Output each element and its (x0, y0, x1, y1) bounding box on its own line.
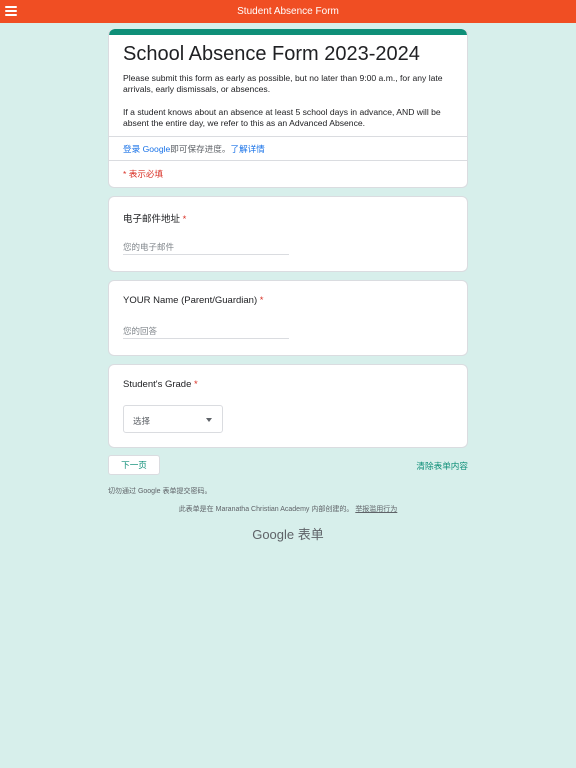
form-title: School Absence Form 2023-2024 (123, 43, 420, 65)
report-abuse-link[interactable]: 举报滥用行为 (355, 506, 397, 513)
required-asterisk: * (194, 379, 198, 390)
clear-form-button[interactable]: 清除表单内容 (408, 460, 468, 472)
next-page-button[interactable]: 下一页 (108, 455, 160, 475)
learn-more-link[interactable]: 了解详情 (230, 144, 264, 154)
question-label-text: YOUR Name (Parent/Guardian) (123, 295, 258, 306)
created-in-text: 此表单是在 Maranatha Christian Academy 内部创建的。 (178, 506, 354, 513)
password-warning: 切勿通过 Google 表单提交密码。 (108, 488, 212, 495)
grade-select[interactable]: 选择 (123, 405, 223, 433)
footer-created-line: 此表单是在 Maranatha Christian Academy 内部创建的。… (108, 504, 468, 514)
form-description-2: If a student knows about an absence at l… (123, 107, 441, 128)
question-label-text: Student's Grade (123, 379, 192, 390)
google-forms-logo[interactable]: Google 表单 (108, 524, 468, 543)
app-bar-title: Student Absence Form (237, 6, 339, 17)
question-label: YOUR Name (Parent/Guardian) * (123, 295, 263, 306)
question-label: 电子邮件地址 * (123, 211, 186, 225)
header-divider (109, 136, 467, 137)
parent-name-input[interactable] (123, 323, 289, 339)
question-label-text: 电子邮件地址 (123, 214, 181, 225)
email-input[interactable] (123, 239, 289, 255)
header-divider (109, 160, 467, 161)
form-header-card: School Absence Form 2023-2024 Please sub… (108, 29, 468, 188)
form-description-1: Please submit this form as early as poss… (123, 73, 443, 94)
required-note: * 表示必填 (123, 169, 164, 179)
signin-text: 即可保存进度。 (170, 144, 231, 154)
dropdown-caret-icon (206, 418, 212, 422)
top-app-bar: Student Absence Form (0, 0, 576, 23)
required-asterisk: * (259, 295, 264, 306)
question-email-card: 电子邮件地址 * (108, 196, 468, 272)
header-accent-bar (109, 29, 467, 35)
question-parent-name-card: YOUR Name (Parent/Guardian) * (108, 280, 468, 356)
question-grade-card: Student's Grade * 选择 (108, 364, 468, 448)
hamburger-menu-icon[interactable] (5, 5, 17, 17)
grade-select-value: 选择 (133, 416, 151, 426)
question-label: Student's Grade * (123, 379, 198, 390)
signin-prompt: 登录 Google即可保存进度。了解详情 (123, 143, 265, 155)
signin-link[interactable]: 登录 Google (123, 144, 170, 154)
required-asterisk: * (182, 214, 187, 225)
